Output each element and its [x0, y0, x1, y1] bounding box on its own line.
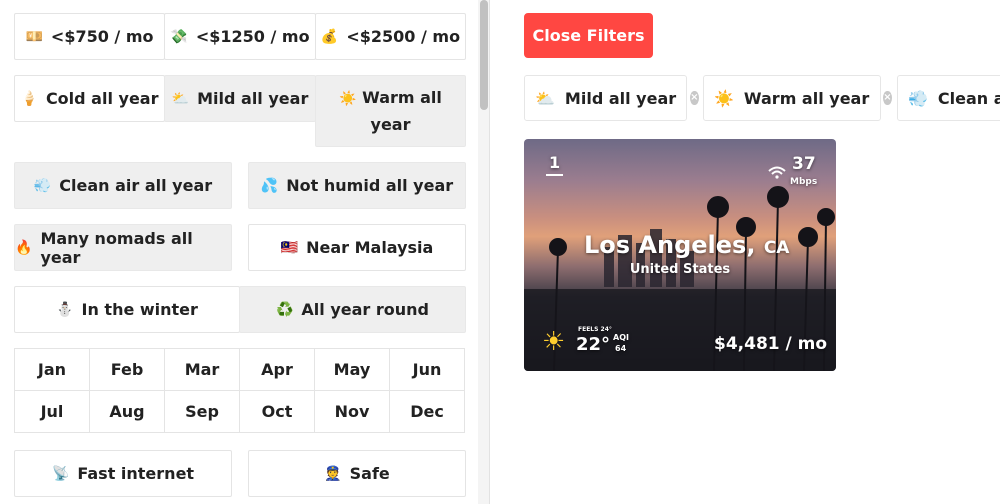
month-dec[interactable]: Dec — [389, 390, 465, 433]
police-officer-icon: 👮 — [324, 465, 342, 482]
filter-warm-all-year[interactable]: ☀️ Warm all year — [315, 75, 466, 147]
active-filter-clean-air[interactable]: 💨 Clean air — [897, 75, 1000, 121]
malaysia-flag-icon: 🇲🇾 — [280, 239, 299, 256]
filter-clean-air[interactable]: 💨 Clean air all year — [14, 162, 232, 209]
month-sep[interactable]: Sep — [164, 390, 240, 433]
sunny-icon: ☀ — [542, 327, 566, 357]
filter-price-2500[interactable]: 💰 <$2500 / mo — [315, 13, 466, 60]
money-with-wings-icon: 💸 — [170, 28, 188, 45]
filter-cold-all-year[interactable]: 🍦 Cold all year — [14, 75, 165, 122]
filters-scrollbar-thumb[interactable] — [480, 0, 488, 110]
month-jun[interactable]: Jun — [389, 348, 465, 391]
remove-filter-icon[interactable]: × — [883, 91, 892, 105]
filter-label: <$1250 / mo — [195, 27, 310, 46]
filter-label: Safe — [349, 464, 390, 483]
close-filters-button[interactable]: Close Filters — [524, 13, 653, 58]
filter-label: In the winter — [81, 300, 198, 319]
filter-not-humid[interactable]: 💦 Not humid all year — [248, 162, 466, 209]
sun-icon: ☀️ — [714, 88, 734, 108]
aqi-value: 64 — [615, 344, 627, 353]
filter-label: Not humid all year — [286, 176, 454, 195]
aqi-label: AQI — [613, 333, 629, 342]
filter-mild-all-year[interactable]: ⛅ Mild all year — [164, 75, 316, 122]
feels-like: FEELS 24° — [578, 326, 612, 333]
month-oct[interactable]: Oct — [239, 390, 315, 433]
filter-all-year-round[interactable]: ♻️ All year round — [239, 286, 466, 333]
filter-safe[interactable]: 👮 Safe — [248, 450, 466, 497]
month-mar[interactable]: Mar — [164, 348, 240, 391]
month-jan[interactable]: Jan — [14, 348, 90, 391]
results-panel: Close Filters ⛅ Mild all year × ☀️ Warm … — [491, 0, 1000, 504]
filter-near-malaysia[interactable]: 🇲🇾 Near Malaysia — [248, 224, 466, 271]
internet-unit: Mbps — [790, 177, 818, 187]
filter-label: <$2500 / mo — [346, 27, 461, 46]
filters-panel: 💴 <$750 / mo 💸 <$1250 / mo 💰 <$2500 / mo… — [0, 0, 478, 504]
chip-label: Mild all year — [564, 88, 677, 108]
fire-icon: 🔥 — [15, 239, 33, 256]
month-may[interactable]: May — [314, 348, 390, 391]
city-card-los-angeles[interactable]: 1 37 Mbps Los Angeles, CA United States … — [524, 139, 836, 371]
filter-label: Cold all year — [45, 89, 159, 108]
sweat-droplets-icon: 💦 — [260, 177, 279, 194]
filter-label: Many nomads all year — [40, 228, 193, 267]
month-nov[interactable]: Nov — [314, 390, 390, 433]
sun-behind-cloud-icon: ⛅ — [171, 90, 190, 107]
month-apr[interactable]: Apr — [239, 348, 315, 391]
filter-price-750[interactable]: 💴 <$750 / mo — [14, 13, 165, 60]
sun-behind-cloud-icon: ⛅ — [535, 88, 555, 108]
city-country: United States — [629, 262, 731, 277]
satellite-antenna-icon: 📡 — [51, 465, 70, 482]
chip-label: Clean air — [937, 88, 1000, 108]
filter-label: Near Malaysia — [306, 238, 434, 257]
money-bag-icon: 💰 — [320, 28, 339, 45]
city-state: CA — [763, 238, 790, 258]
city-rank: 1 — [546, 153, 564, 176]
filter-label: Warm all year — [362, 88, 442, 134]
filter-price-1250[interactable]: 💸 <$1250 / mo — [164, 13, 316, 60]
active-filter-mild-all-year[interactable]: ⛅ Mild all year × — [524, 75, 699, 121]
month-aug[interactable]: Aug — [89, 390, 165, 433]
wind-icon: 💨 — [908, 88, 928, 108]
temperature: 22° — [576, 334, 611, 355]
chip-label: Warm all year — [743, 88, 870, 108]
sun-icon: ☀️ — [339, 91, 357, 107]
filter-label: Fast internet — [77, 464, 195, 483]
ice-cream-icon: 🍦 — [20, 90, 38, 107]
city-name-line: Los Angeles, CA — [584, 231, 789, 259]
filter-label: Clean air all year — [59, 176, 213, 195]
filter-label: Mild all year — [197, 89, 309, 108]
filter-many-nomads[interactable]: 🔥 Many nomads all year — [14, 224, 232, 271]
filter-fast-internet[interactable]: 📡 Fast internet — [14, 450, 232, 497]
banknote-icon: 💴 — [25, 28, 43, 45]
month-feb[interactable]: Feb — [89, 348, 165, 391]
cost-of-living: $4,481 / mo — [714, 334, 828, 354]
wifi-icon — [767, 165, 787, 179]
recycle-icon: ♻️ — [275, 301, 294, 318]
filter-label: All year round — [301, 300, 429, 319]
filter-label: <$750 / mo — [50, 27, 154, 46]
wind-icon: 💨 — [33, 177, 52, 194]
city-name: Los Angeles, — [584, 231, 756, 259]
remove-filter-icon[interactable]: × — [690, 91, 699, 105]
snowman-icon: ⛄ — [56, 301, 74, 318]
filter-in-the-winter[interactable]: ⛄ In the winter — [14, 286, 240, 333]
active-filter-warm-all-year[interactable]: ☀️ Warm all year × — [703, 75, 892, 121]
month-jul[interactable]: Jul — [14, 390, 90, 433]
internet-speed: 37 — [792, 154, 816, 174]
